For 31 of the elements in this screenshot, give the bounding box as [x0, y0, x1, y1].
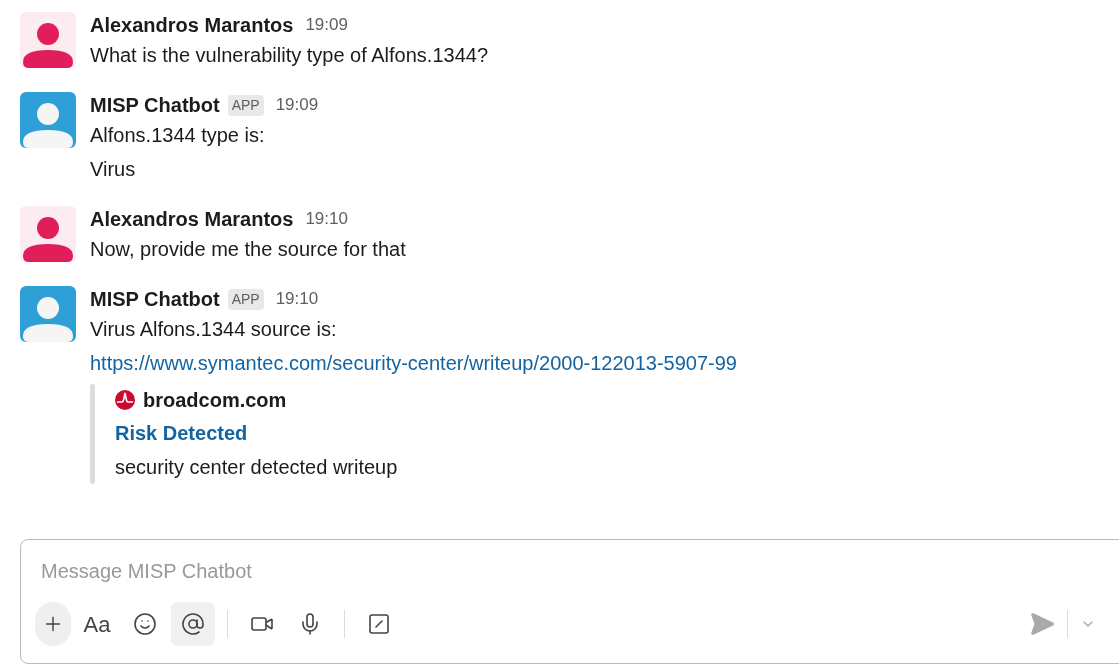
avatar-icon [20, 12, 76, 68]
message-text: Now, provide me the source for that [90, 237, 406, 262]
timestamp[interactable]: 19:09 [275, 92, 319, 118]
slash-command-icon [367, 612, 391, 636]
format-button[interactable]: Aa [75, 602, 119, 646]
at-sign-icon [181, 612, 205, 636]
unfurl-title-link[interactable]: Risk Detected [115, 416, 398, 450]
message-text: Alfons.1344 type is: [90, 123, 266, 148]
author-name[interactable]: Alexandros Marantos [90, 10, 294, 40]
emoji-icon [133, 612, 157, 636]
at-sign-button[interactable] [171, 602, 215, 646]
message-text: Virus [90, 157, 137, 182]
message-composer[interactable]: Message MISP Chatbot Aa [20, 539, 1119, 664]
avatar-icon [20, 286, 76, 342]
app-badge: APP [227, 288, 264, 310]
avatar-icon [20, 92, 76, 148]
author-name[interactable]: MISP Chatbot [90, 284, 220, 314]
message-text: What is the vulnerability type of Alfons.1344? [90, 43, 488, 68]
timestamp[interactable]: 19:09 [305, 12, 348, 38]
avatar-icon [20, 206, 76, 262]
message-text: Virus Alfons.1344 source is: [90, 317, 338, 342]
site-logo-icon [115, 390, 135, 410]
unfurl-description: security center detected writeup [115, 455, 398, 480]
timestamp[interactable]: 19:10 [275, 286, 319, 312]
app-badge: APP [227, 94, 264, 116]
timestamp[interactable]: 19:10 [305, 206, 348, 232]
author-name[interactable]: Alexandros Marantos [90, 204, 294, 234]
source-link[interactable]: https://www.symantec.com/security-center/writeup/2000-122013-5907-99 [90, 346, 737, 380]
plus-button[interactable] [35, 602, 71, 646]
author-name[interactable]: MISP Chatbot [90, 90, 220, 120]
site-name: broadcom.com [143, 388, 287, 413]
